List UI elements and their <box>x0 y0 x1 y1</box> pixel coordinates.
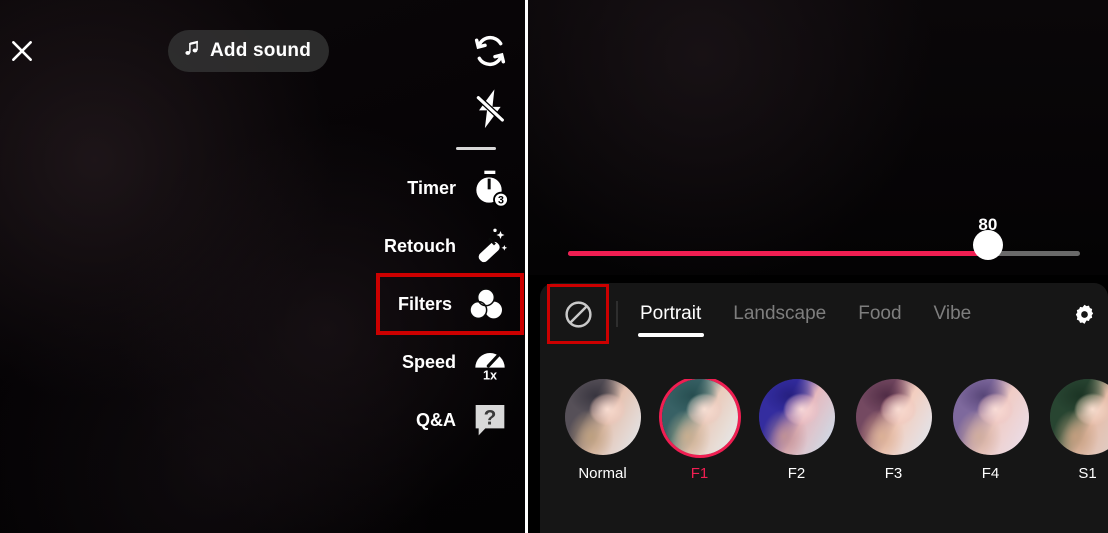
filter-thumbnail <box>1049 379 1108 455</box>
filter-name: Normal <box>578 465 627 481</box>
speedometer-1x-icon: 1x <box>468 340 512 384</box>
filter-item-s1[interactable]: S1 <box>1039 379 1108 481</box>
svg-text:?: ? <box>484 406 497 429</box>
filter-item-f2[interactable]: F2 <box>748 379 845 481</box>
filters-circles-icon <box>464 282 508 326</box>
qa-label: Q&A <box>416 409 456 430</box>
filter-thumbnail <box>661 379 738 455</box>
filter-name: F2 <box>787 465 806 481</box>
tab-landscape[interactable]: Landscape <box>717 283 842 345</box>
speed-button[interactable]: Speed 1x <box>378 333 526 391</box>
filter-screen-right: 80 Portrait Landscape Food Vibe Normal F… <box>528 0 1108 533</box>
tab-vibe[interactable]: Vibe <box>918 283 988 345</box>
intensity-slider[interactable]: 80 <box>568 215 1080 275</box>
filter-name: F3 <box>884 465 903 481</box>
flash-off-icon <box>468 87 512 131</box>
slider-fill <box>568 251 988 256</box>
tab-portrait[interactable]: Portrait <box>624 283 717 345</box>
flash-toggle-button[interactable] <box>378 80 526 138</box>
svg-text:3: 3 <box>498 195 504 207</box>
filter-item-normal[interactable]: Normal <box>554 379 651 481</box>
timer-label: Timer <box>407 177 456 198</box>
tab-separator <box>616 301 618 327</box>
filter-item-f4[interactable]: F4 <box>942 379 1039 481</box>
qa-button[interactable]: Q&A ? <box>378 391 526 449</box>
flip-camera-button[interactable] <box>378 22 526 80</box>
gear-icon[interactable] <box>1062 292 1106 336</box>
filter-tab-bar: Portrait Landscape Food Vibe <box>540 283 1108 345</box>
filters-button[interactable]: Filters <box>376 273 524 335</box>
rail-divider <box>456 147 496 150</box>
camera-preview-left: Add sound Timer 3 Retouch Filters Speed … <box>0 0 526 533</box>
slider-track[interactable] <box>568 251 1080 256</box>
filter-name: F4 <box>981 465 1000 481</box>
filter-thumbnail-strip[interactable]: Normal F1 F2 F3 F4 S1 <box>540 379 1108 481</box>
question-bubble-icon: ? <box>468 398 512 442</box>
music-note-icon <box>182 39 201 63</box>
filter-item-f3[interactable]: F3 <box>845 379 942 481</box>
filter-thumbnail <box>758 379 835 455</box>
filter-name: S1 <box>1078 465 1097 481</box>
filter-item-f1[interactable]: F1 <box>651 379 748 481</box>
add-sound-label: Add sound <box>210 40 312 61</box>
filter-name: F1 <box>690 465 709 481</box>
filter-bottom-sheet: Portrait Landscape Food Vibe Normal F1 F… <box>540 283 1108 533</box>
svg-text:1x: 1x <box>483 368 497 382</box>
close-icon[interactable] <box>4 33 40 69</box>
no-filter-button[interactable] <box>547 284 609 344</box>
app-root: Add sound Timer 3 Retouch Filters Speed … <box>0 0 1108 533</box>
magic-wand-icon <box>468 224 512 268</box>
flip-camera-icon <box>468 29 512 73</box>
add-sound-button[interactable]: Add sound <box>168 30 330 72</box>
retouch-button[interactable]: Retouch <box>378 217 526 275</box>
filter-thumbnail <box>952 379 1029 455</box>
retouch-label: Retouch <box>384 235 456 256</box>
filter-thumbnail <box>855 379 932 455</box>
tab-food[interactable]: Food <box>842 283 917 345</box>
timer-3s-icon: 3 <box>468 166 512 210</box>
slider-thumb[interactable] <box>972 230 1003 260</box>
filters-label: Filters <box>397 293 452 314</box>
speed-label: Speed <box>401 351 456 372</box>
filter-thumbnail <box>564 379 641 455</box>
timer-button[interactable]: Timer 3 <box>378 159 526 217</box>
filter-category-tabs: Portrait Landscape Food Vibe <box>624 283 1062 345</box>
camera-tool-rail: Timer 3 Retouch Filters Speed 1x Q&A ? <box>376 22 526 449</box>
